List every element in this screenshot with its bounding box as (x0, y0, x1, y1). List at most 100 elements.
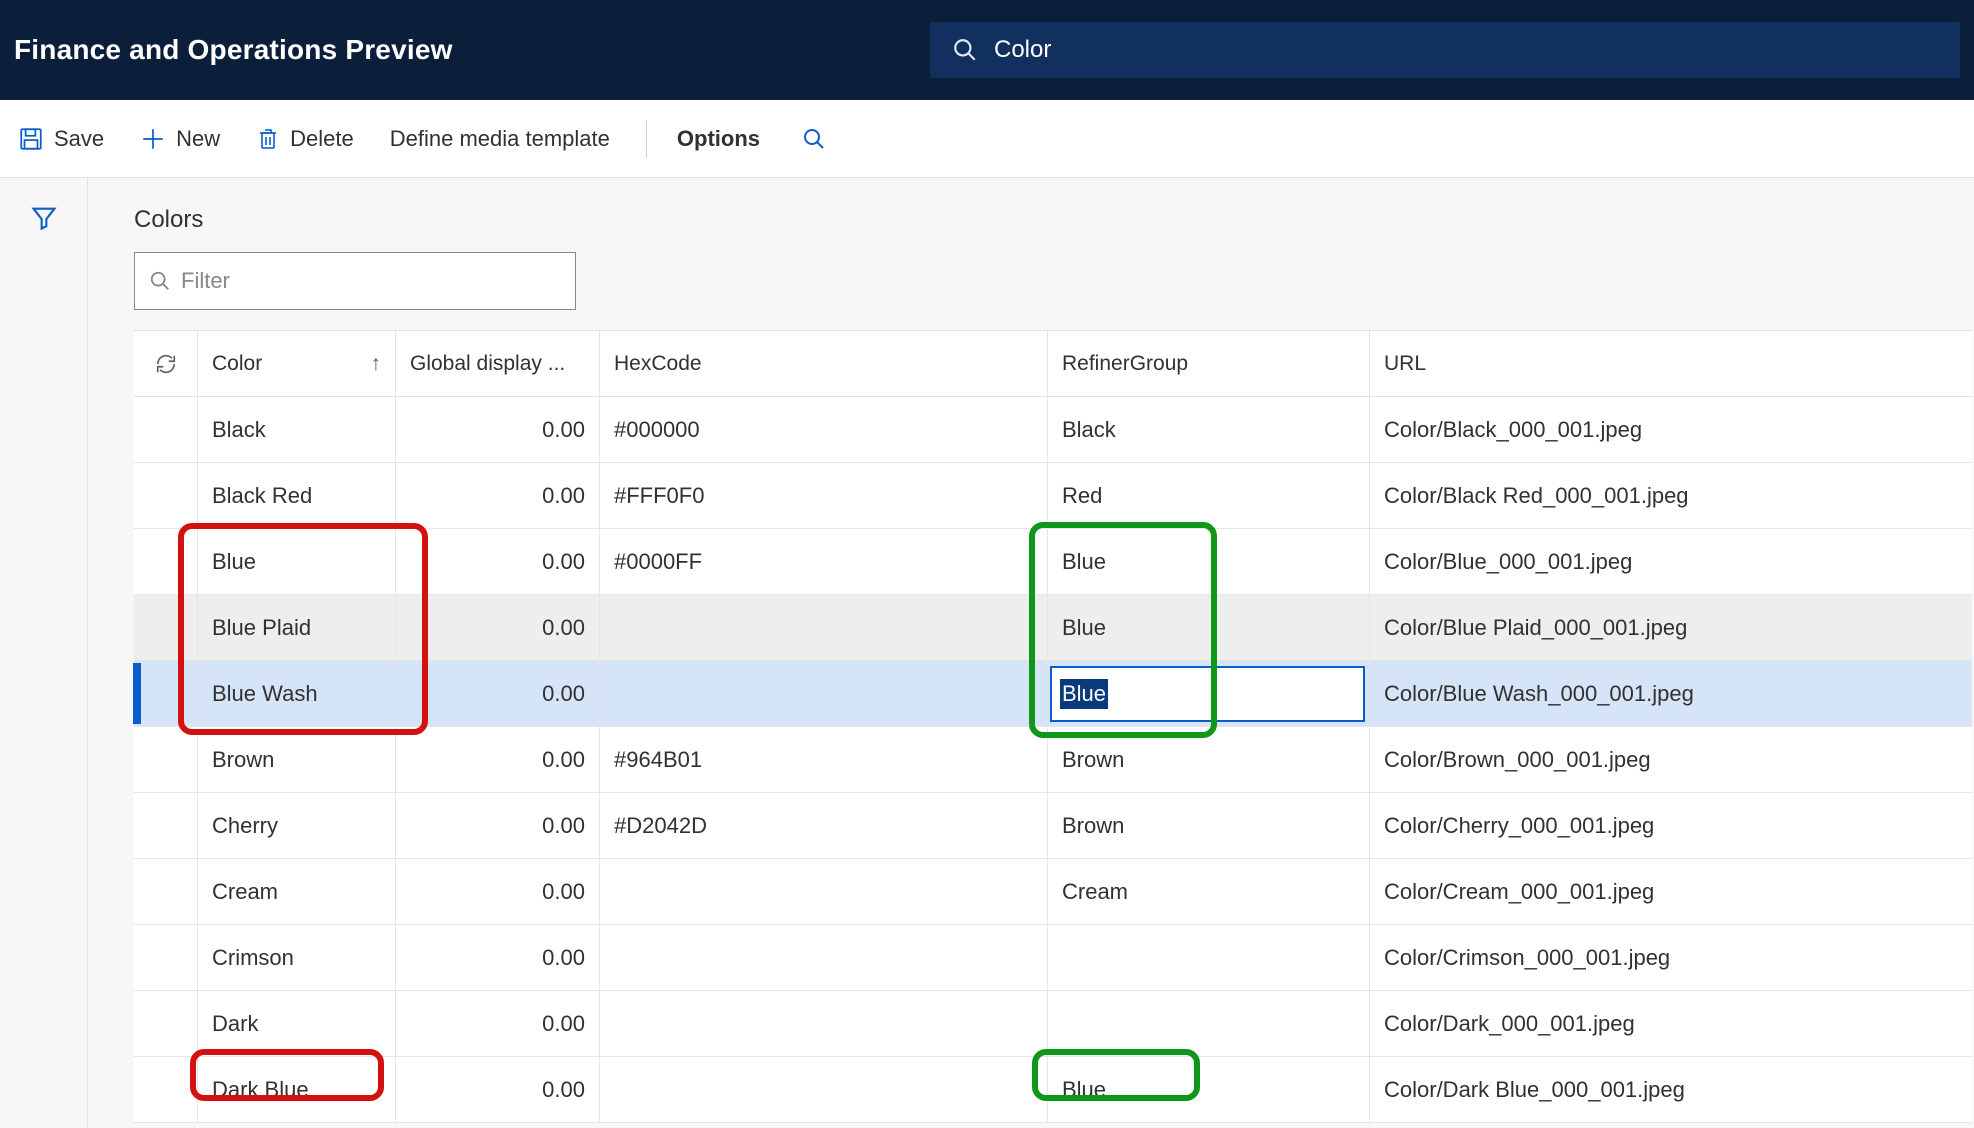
filter-funnel-icon[interactable] (30, 204, 58, 1128)
save-button[interactable]: Save (14, 120, 108, 158)
cell-global-display[interactable]: 0.00 (396, 1057, 600, 1122)
col-header-refinergroup[interactable]: RefinerGroup (1048, 331, 1370, 396)
cell-hexcode[interactable] (600, 1057, 1048, 1122)
cell-refinergroup[interactable]: Brown (1048, 727, 1370, 792)
cell-url[interactable]: Color/Blue_000_001.jpeg (1370, 529, 1972, 594)
sort-asc-icon: ↑ (371, 352, 382, 376)
cell-refinergroup[interactable] (1048, 991, 1370, 1056)
cell-global-display[interactable]: 0.00 (396, 859, 600, 924)
table-row[interactable]: Blue Plaid0.00 BlueColor/Blue Plaid_000_0… (134, 595, 1972, 661)
global-search[interactable] (930, 22, 1960, 78)
cell-color[interactable]: Brown (198, 727, 396, 792)
editing-cell[interactable]: Blue (1050, 666, 1365, 722)
define-media-template-button[interactable]: Define media template (386, 120, 614, 158)
cell-hexcode[interactable] (600, 859, 1048, 924)
row-selector[interactable] (134, 1057, 198, 1122)
table-row[interactable]: Black0.00#000000BlackColor/Black_000_001… (134, 397, 1972, 463)
delete-button[interactable]: Delete (252, 120, 358, 158)
cell-global-display[interactable]: 0.00 (396, 661, 600, 726)
row-selector[interactable] (134, 397, 198, 462)
cell-hexcode[interactable] (600, 595, 1048, 660)
table-row[interactable]: Brown0.00#964B01BrownColor/Brown_000_001… (134, 727, 1972, 793)
table-row[interactable]: Dark Blue0.00 BlueColor/Dark Blue_000_001… (134, 1057, 1972, 1123)
table-row[interactable]: Dark0.00 Color/Dark_000_001.jpeg (134, 991, 1972, 1057)
refresh-button[interactable] (134, 331, 198, 396)
cell-refinergroup[interactable]: Blue (1048, 661, 1370, 726)
table-row[interactable]: Cream0.00CreamColor/Cream_000_001.jpeg (134, 859, 1972, 925)
cell-hexcode[interactable]: #0000FF (600, 529, 1048, 594)
cell-global-display[interactable]: 0.00 (396, 463, 600, 528)
app-title: Finance and Operations Preview (14, 34, 453, 66)
cell-global-display[interactable]: 0.00 (396, 397, 600, 462)
col-header-gdo-label: Global display ... (410, 352, 565, 376)
cell-global-display[interactable]: 0.00 (396, 529, 600, 594)
cell-hexcode[interactable]: #000000 (600, 397, 1048, 462)
table-row[interactable]: Cherry0.00#D2042DBrownColor/Cherry_000_0… (134, 793, 1972, 859)
cell-color[interactable]: Crimson (198, 925, 396, 990)
cell-refinergroup[interactable]: Brown (1048, 793, 1370, 858)
cell-color[interactable]: Cream (198, 859, 396, 924)
row-selector[interactable] (134, 859, 198, 924)
cell-color[interactable]: Cherry (198, 793, 396, 858)
table-row[interactable]: Crimson0.00 Color/Crimson_000_001.jpeg (134, 925, 1972, 991)
col-header-url[interactable]: URL (1370, 331, 1972, 396)
grid-filter[interactable] (134, 252, 576, 310)
cell-global-display[interactable]: 0.00 (396, 727, 600, 792)
row-selector[interactable] (134, 463, 198, 528)
cell-url[interactable]: Color/Cream_000_001.jpeg (1370, 859, 1972, 924)
table-row[interactable]: Blue0.00#0000FFBlueColor/Blue_000_001.jp… (134, 529, 1972, 595)
global-search-input[interactable] (994, 36, 1960, 64)
cell-color[interactable]: Black Red (198, 463, 396, 528)
cell-url[interactable]: Color/Dark Blue_000_001.jpeg (1370, 1057, 1972, 1122)
row-selector[interactable] (134, 661, 198, 726)
cell-url[interactable]: Color/Blue Wash_000_001.jpeg (1370, 661, 1972, 726)
cell-color[interactable]: Blue (198, 529, 396, 594)
cell-refinergroup[interactable]: Blue (1048, 529, 1370, 594)
cell-color[interactable]: Dark (198, 991, 396, 1056)
col-header-global-display[interactable]: Global display ... (396, 331, 600, 396)
options-button[interactable]: Options (646, 120, 764, 158)
table-row[interactable]: Blue Wash0.00 BlueColor/Blue Wash_000_001… (134, 661, 1972, 727)
col-header-color[interactable]: Color ↑ (198, 331, 396, 396)
cell-global-display[interactable]: 0.00 (396, 793, 600, 858)
col-header-hexcode[interactable]: HexCode (600, 331, 1048, 396)
row-selector[interactable] (134, 595, 198, 660)
toolbar-search-button[interactable] (792, 121, 836, 157)
cell-global-display[interactable]: 0.00 (396, 991, 600, 1056)
cell-url[interactable]: Color/Black_000_001.jpeg (1370, 397, 1972, 462)
cell-url[interactable]: Color/Brown_000_001.jpeg (1370, 727, 1972, 792)
cell-refinergroup[interactable]: Black (1048, 397, 1370, 462)
cell-color[interactable]: Black (198, 397, 396, 462)
row-selector[interactable] (134, 991, 198, 1056)
row-selector[interactable] (134, 529, 198, 594)
table-row[interactable]: Black Red0.00#FFF0F0RedColor/Black Red_0… (134, 463, 1972, 529)
cell-url[interactable]: Color/Crimson_000_001.jpeg (1370, 925, 1972, 990)
col-header-ref-label: RefinerGroup (1062, 352, 1188, 376)
cell-hexcode[interactable] (600, 925, 1048, 990)
cell-refinergroup[interactable] (1048, 925, 1370, 990)
cell-hexcode[interactable] (600, 661, 1048, 726)
cell-hexcode[interactable]: #964B01 (600, 727, 1048, 792)
cell-url[interactable]: Color/Dark_000_001.jpeg (1370, 991, 1972, 1056)
cell-refinergroup[interactable]: Cream (1048, 859, 1370, 924)
cell-refinergroup[interactable]: Red (1048, 463, 1370, 528)
cell-url[interactable]: Color/Black Red_000_001.jpeg (1370, 463, 1972, 528)
cell-global-display[interactable]: 0.00 (396, 925, 600, 990)
cell-hexcode[interactable]: #FFF0F0 (600, 463, 1048, 528)
delete-label: Delete (290, 126, 354, 152)
cell-url[interactable]: Color/Cherry_000_001.jpeg (1370, 793, 1972, 858)
cell-url[interactable]: Color/Blue Plaid_000_001.jpeg (1370, 595, 1972, 660)
row-selector[interactable] (134, 925, 198, 990)
cell-refinergroup[interactable]: Blue (1048, 1057, 1370, 1122)
cell-hexcode[interactable] (600, 991, 1048, 1056)
row-selector[interactable] (134, 793, 198, 858)
cell-refinergroup[interactable]: Blue (1048, 595, 1370, 660)
cell-color[interactable]: Blue Plaid (198, 595, 396, 660)
new-button[interactable]: New (136, 120, 224, 158)
cell-hexcode[interactable]: #D2042D (600, 793, 1048, 858)
cell-color[interactable]: Blue Wash (198, 661, 396, 726)
cell-color[interactable]: Dark Blue (198, 1057, 396, 1122)
row-selector[interactable] (134, 727, 198, 792)
grid-filter-input[interactable] (181, 268, 575, 294)
cell-global-display[interactable]: 0.00 (396, 595, 600, 660)
